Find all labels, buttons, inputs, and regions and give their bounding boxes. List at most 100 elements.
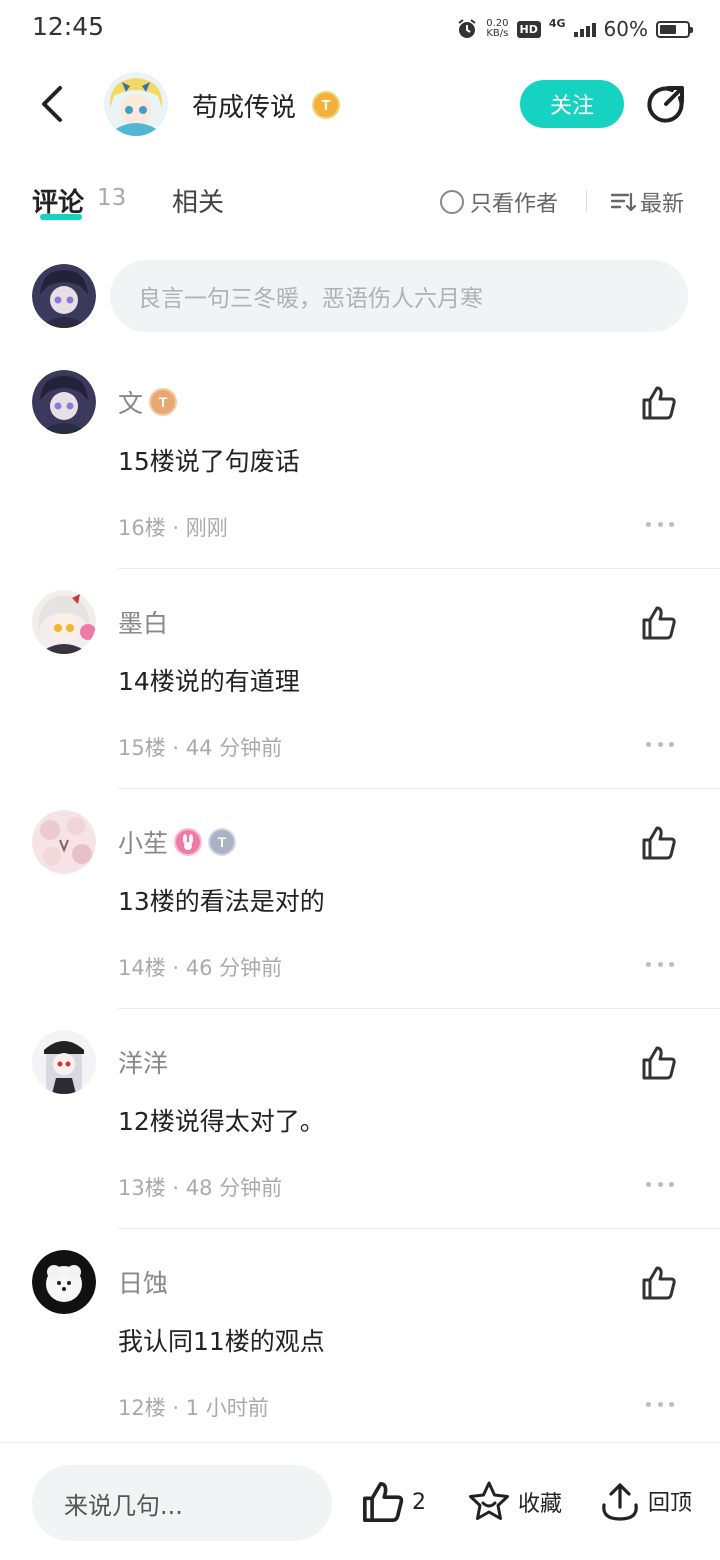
divider bbox=[118, 1228, 720, 1229]
comment-time: 46 分钟前 bbox=[185, 956, 283, 980]
more-icon[interactable] bbox=[646, 1182, 674, 1192]
bottom-comment-input[interactable]: 来说几句... bbox=[32, 1465, 332, 1541]
comment-text: 14楼说的有道理 bbox=[118, 667, 300, 696]
bottom-action-bar: 来说几句... 2 收藏 回顶 bbox=[0, 1442, 720, 1560]
commenter-avatar[interactable] bbox=[32, 1250, 96, 1314]
comment-text: 13楼的看法是对的 bbox=[118, 887, 325, 916]
comment-floor: 12楼 bbox=[118, 1396, 166, 1420]
commenter-name-row: 小苼 T bbox=[118, 824, 237, 860]
back-to-top-button[interactable]: 回顶 bbox=[598, 1479, 692, 1523]
comment-floor: 15楼 bbox=[118, 736, 166, 760]
follow-button[interactable]: 关注 bbox=[520, 80, 624, 128]
post-header: 苟成传说 T 关注 bbox=[0, 60, 720, 150]
active-tab-indicator bbox=[40, 214, 82, 220]
network-speed-unit: KB/s bbox=[486, 28, 509, 39]
comment-text: 12楼说得太对了。 bbox=[118, 1107, 325, 1136]
network-speed: 0.20 KB/s bbox=[486, 19, 508, 39]
back-icon[interactable] bbox=[32, 82, 76, 126]
commenter-name[interactable]: 洋洋 bbox=[118, 1044, 168, 1080]
divider bbox=[118, 568, 720, 569]
comment-compose-row: 良言一句三冬暖，恶语伤人六月寒 bbox=[0, 260, 720, 332]
comment-item: 日蚀 我认同11楼的观点 12楼 · 1 小时前 bbox=[0, 1250, 720, 1470]
favorite-button[interactable]: 收藏 bbox=[466, 1479, 562, 1525]
comment-time: 刚刚 bbox=[185, 516, 228, 540]
comment-meta: 12楼 · 1 小时前 bbox=[118, 1396, 269, 1420]
alarm-icon bbox=[458, 19, 476, 38]
commenter-name-row: 洋洋 bbox=[118, 1044, 168, 1080]
sort-label: 最新 bbox=[640, 192, 685, 217]
author-only-toggle[interactable]: 只看作者 bbox=[440, 186, 558, 218]
share-icon[interactable] bbox=[644, 82, 690, 128]
battery-fill bbox=[660, 24, 676, 34]
like-post-button[interactable]: 2 bbox=[360, 1479, 426, 1525]
star-icon bbox=[469, 1481, 509, 1520]
commenter-name-row: 日蚀 bbox=[118, 1264, 168, 1300]
comment-item: 文 T 15楼说了句废话 16楼 · 刚刚 bbox=[0, 370, 720, 590]
battery-percent: 60% bbox=[603, 17, 648, 41]
more-icon[interactable] bbox=[646, 962, 674, 972]
commenter-name[interactable]: 小苼 bbox=[118, 824, 168, 860]
comment-time: 48 分钟前 bbox=[185, 1176, 283, 1200]
comment-meta: 15楼 · 44 分钟前 bbox=[118, 736, 283, 760]
bunny-badge-icon bbox=[174, 828, 203, 856]
comment-item: 洋洋 12楼说得太对了。 13楼 · 48 分钟前 bbox=[0, 1030, 720, 1250]
thumbs-up-icon[interactable] bbox=[640, 1264, 678, 1302]
more-icon[interactable] bbox=[646, 742, 674, 752]
thumbs-up-icon bbox=[363, 1482, 404, 1522]
back-to-top-label: 回顶 bbox=[648, 1491, 693, 1516]
commenter-name[interactable]: 日蚀 bbox=[118, 1264, 168, 1300]
comment-floor: 14楼 bbox=[118, 956, 166, 980]
comment-input[interactable]: 良言一句三冬暖，恶语伤人六月寒 bbox=[110, 260, 688, 332]
comment-text: 15楼说了句废话 bbox=[118, 447, 300, 476]
hd-icon: HD bbox=[516, 20, 541, 38]
thumbs-up-icon[interactable] bbox=[640, 824, 678, 862]
comment-tabs: 评论 13 相关 只看作者 最新 bbox=[0, 176, 720, 232]
thumbs-up-icon[interactable] bbox=[640, 1044, 678, 1082]
signal-icon bbox=[573, 21, 596, 37]
comment-time: 44 分钟前 bbox=[185, 736, 283, 760]
thumbs-up-icon[interactable] bbox=[640, 604, 678, 642]
like-count: 2 bbox=[412, 1489, 426, 1515]
comment-item: 墨白 14楼说的有道理 15楼 · 44 分钟前 bbox=[0, 590, 720, 810]
comment-item: 小苼 T 13楼的看法是对的 14楼 · 46 分钟前 bbox=[0, 810, 720, 1030]
divider bbox=[586, 190, 587, 212]
more-icon[interactable] bbox=[646, 1402, 674, 1412]
commenter-avatar[interactable] bbox=[32, 1030, 96, 1094]
sort-button[interactable]: 最新 bbox=[610, 186, 684, 218]
comment-meta: 13楼 · 48 分钟前 bbox=[118, 1176, 283, 1200]
commenter-name-row: 文 T bbox=[118, 384, 178, 420]
level-badge: T bbox=[149, 388, 178, 416]
comment-meta: 16楼 · 刚刚 bbox=[118, 516, 228, 540]
upload-icon bbox=[602, 1483, 638, 1521]
comment-text: 我认同11楼的观点 bbox=[118, 1327, 325, 1356]
status-bar: 12:45 0.20 KB/s HD 4G 60% bbox=[0, 0, 720, 56]
more-icon[interactable] bbox=[646, 522, 674, 532]
divider bbox=[118, 788, 720, 789]
status-indicators: 0.20 KB/s HD 4G 60% bbox=[456, 14, 693, 44]
commenter-avatar[interactable] bbox=[32, 810, 96, 874]
tab-related[interactable]: 相关 bbox=[172, 182, 224, 219]
level-badge: T bbox=[208, 828, 237, 856]
battery-icon bbox=[656, 20, 693, 38]
author-name[interactable]: 苟成传说 bbox=[192, 87, 296, 124]
author-only-label: 只看作者 bbox=[470, 192, 559, 217]
comment-count: 13 bbox=[97, 185, 127, 211]
divider bbox=[118, 1008, 720, 1009]
comment-floor: 13楼 bbox=[118, 1176, 166, 1200]
favorite-label: 收藏 bbox=[518, 1492, 563, 1517]
thumbs-up-icon[interactable] bbox=[640, 384, 678, 422]
comment-meta: 14楼 · 46 分钟前 bbox=[118, 956, 283, 980]
commenter-name[interactable]: 墨白 bbox=[118, 604, 168, 640]
sort-icon bbox=[610, 192, 636, 212]
comment-floor: 16楼 bbox=[118, 516, 166, 540]
author-avatar[interactable] bbox=[104, 72, 168, 136]
commenter-avatar[interactable] bbox=[32, 370, 96, 434]
radio-circle-icon bbox=[440, 190, 464, 214]
level-badge: T bbox=[312, 91, 340, 119]
commenter-name[interactable]: 文 bbox=[118, 384, 143, 420]
network-type: 4G bbox=[548, 16, 566, 30]
status-time: 12:45 bbox=[32, 12, 105, 41]
commenter-avatar[interactable] bbox=[32, 590, 96, 654]
comment-time: 1 小时前 bbox=[185, 1396, 269, 1420]
commenter-name-row: 墨白 bbox=[118, 604, 168, 640]
